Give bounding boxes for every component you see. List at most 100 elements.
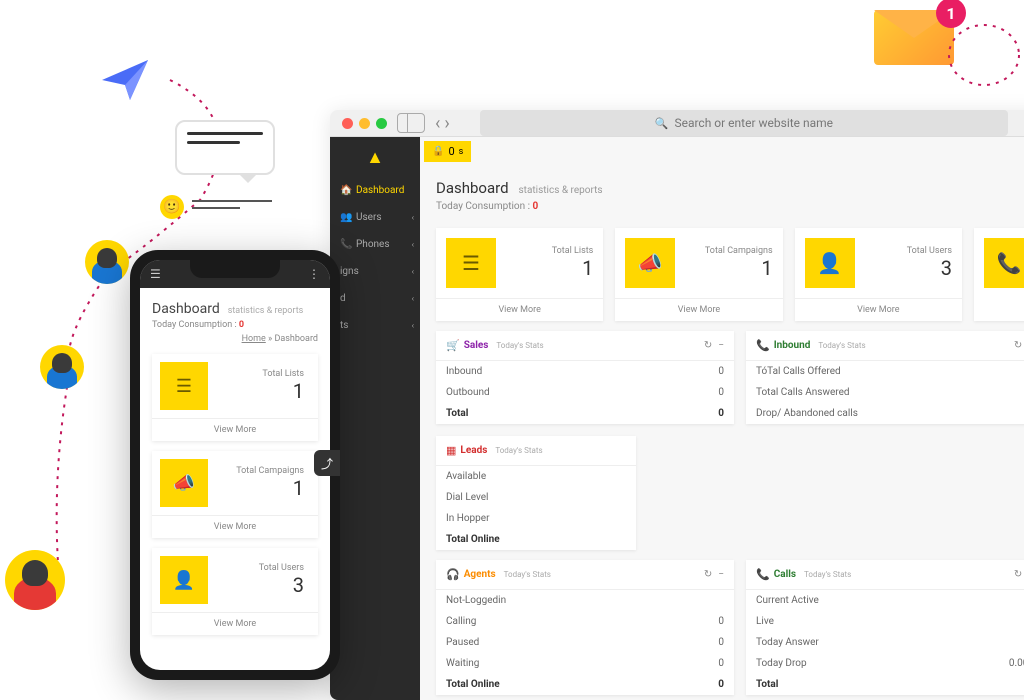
top-tab[interactable]: 🔒 0 s — [424, 141, 471, 162]
panel-title: Inbound — [774, 340, 811, 351]
cart-icon: 🛒 — [446, 339, 460, 352]
stat-label: Total Users — [865, 246, 952, 256]
view-more-link[interactable]: View More — [436, 298, 603, 321]
panel-leads: ▦LeadsToday's Stats Available Dial Level… — [436, 436, 636, 550]
panel-subtitle: Today's Stats — [818, 341, 865, 350]
phone-in-icon: 📞 — [756, 339, 770, 352]
refresh-icon[interactable]: ↻ — [1014, 340, 1022, 351]
user-icon: 👤 — [805, 238, 855, 288]
person-avatar-decoration — [5, 550, 65, 610]
consumption-label: Today Consumption : — [152, 320, 237, 330]
phone-stat-card-lists: ☰ Total Lists 1 View More — [152, 354, 318, 441]
view-more-link[interactable]: View More — [152, 515, 318, 538]
user-icon: 👤 — [160, 556, 208, 604]
phone-icon: 📞 — [340, 239, 350, 250]
phone-page-title: Dashboard — [152, 301, 220, 317]
panel-subtitle: Today's Stats — [495, 446, 542, 455]
view-more-link[interactable]: View More — [152, 418, 318, 441]
browser-window: ‹ › Search or enter website name ▲ 🏠 Das… — [330, 110, 1024, 700]
stat-card-lists: ☰ Total Lists 1 View More — [436, 228, 603, 321]
breadcrumb-current: Dashboard — [274, 334, 318, 344]
window-controls[interactable] — [342, 118, 387, 129]
page-subtitle: statistics & reports — [519, 185, 603, 196]
app-logo: ▲ — [330, 137, 420, 177]
panel-title: Agents — [464, 569, 496, 580]
lock-icon: 🔒 — [432, 146, 444, 157]
breadcrumb: Home » Dashboard — [152, 334, 318, 344]
sidebar-item[interactable]: ts ‹ — [330, 312, 420, 339]
sidebar-item[interactable]: d ‹ — [330, 285, 420, 312]
sidebar-item-phones[interactable]: 📞 Phones ‹ — [330, 231, 420, 258]
grid-icon: ▦ — [446, 444, 456, 457]
chevron-icon: ‹ — [412, 321, 414, 330]
panel-subtitle: Today's Stats — [496, 341, 543, 350]
person-avatar-decoration — [40, 345, 84, 389]
stat-value: 1 — [685, 256, 772, 280]
consumption-label: Today Consumption : — [436, 201, 530, 212]
sidebar-item-dashboard[interactable]: 🏠 Dashboard — [330, 177, 420, 204]
stat-label: Total Campaigns — [685, 246, 772, 256]
stats-row: ☰ Total Lists 1 View More 📣 Total Campai… — [420, 218, 1024, 331]
panel-calls: 📞CallsToday's Stats ↻− Current Active0 L… — [746, 560, 1024, 695]
menu-icon[interactable]: ☰ — [150, 267, 161, 281]
address-bar[interactable]: Search or enter website name — [480, 110, 1008, 136]
list-icon: ☰ — [446, 238, 496, 288]
more-icon[interactable]: ⋮ — [308, 267, 320, 281]
phone-stat-card-campaigns: 📣 Total Campaigns 1 View More — [152, 451, 318, 538]
sidebar-toggle-icon[interactable] — [397, 113, 425, 133]
phone-notch — [190, 260, 280, 278]
speech-bubble-decoration — [175, 120, 275, 175]
view-more-link[interactable]: View More — [795, 298, 962, 321]
smiley-decoration: 🙂 — [160, 195, 272, 219]
panel-title: Sales — [464, 340, 489, 351]
notification-badge: 1 — [936, 0, 966, 28]
envelope-notification: 1 — [874, 10, 954, 65]
envelope-icon — [874, 10, 954, 65]
home-icon: 🏠 — [340, 185, 350, 196]
phone-stat-card-users: 👤 Total Users 3 View More — [152, 548, 318, 635]
chevron-icon: ‹ — [412, 240, 414, 249]
minimize-icon[interactable]: − — [718, 569, 724, 580]
phone-mockup: ☰ ⋮ Dashboard statistics & reports Today… — [130, 250, 340, 680]
refresh-icon[interactable]: ↻ — [1014, 569, 1022, 580]
app-main: 🔒 0 s Dashboard statistics & reports Tod… — [420, 137, 1024, 700]
nav-arrows: ‹ › — [435, 113, 450, 134]
sidebar-item-users[interactable]: 👥 Users ‹ — [330, 204, 420, 231]
stat-value: 1 — [506, 256, 593, 280]
close-window-icon[interactable] — [342, 118, 353, 129]
forward-button[interactable]: › — [444, 113, 449, 134]
sidebar-label: d — [340, 293, 346, 304]
panel-title: Calls — [774, 569, 796, 580]
phone-page-subtitle: statistics & reports — [228, 306, 304, 316]
share-button[interactable]: ⤴ — [314, 450, 340, 476]
chevron-icon: ‹ — [412, 294, 414, 303]
panel-inbound: 📞InboundToday's Stats ↻− TóTal Calls Off… — [746, 331, 1024, 424]
minimize-icon[interactable]: − — [718, 340, 724, 351]
sidebar-label: ts — [340, 320, 348, 331]
back-button[interactable]: ‹ — [435, 113, 440, 134]
page-title: Dashboard — [436, 179, 509, 197]
megaphone-icon: 📣 — [625, 238, 675, 288]
phone-icon: 📞 — [756, 568, 770, 581]
chevron-icon: ‹ — [412, 267, 414, 276]
megaphone-icon: 📣 — [160, 459, 208, 507]
stat-label: Total Lists — [506, 246, 593, 256]
panel-agents: 🎧AgentsToday's Stats ↻− Not-Loggedin Cal… — [436, 560, 734, 695]
sidebar-item-campaigns[interactable]: igns ‹ — [330, 258, 420, 285]
refresh-icon[interactable]: ↻ — [704, 340, 712, 351]
consumption-value: 0 — [239, 320, 244, 330]
phone-icon: 📞 — [984, 238, 1024, 288]
refresh-icon[interactable]: ↻ — [704, 569, 712, 580]
dotted-loop-decoration — [904, 10, 1024, 100]
stat-card-users: 👤 Total Users 3 View More — [795, 228, 962, 321]
consumption-value: 0 — [533, 201, 539, 212]
chevron-icon: ‹ — [412, 213, 414, 222]
view-more-link[interactable]: View More — [615, 298, 782, 321]
minimize-window-icon[interactable] — [359, 118, 370, 129]
list-icon: ☰ — [160, 362, 208, 410]
maximize-window-icon[interactable] — [376, 118, 387, 129]
paper-plane-icon — [100, 55, 150, 105]
stat-card-campaigns: 📣 Total Campaigns 1 View More — [615, 228, 782, 321]
view-more-link[interactable]: View More — [152, 612, 318, 635]
breadcrumb-home[interactable]: Home — [242, 334, 266, 344]
